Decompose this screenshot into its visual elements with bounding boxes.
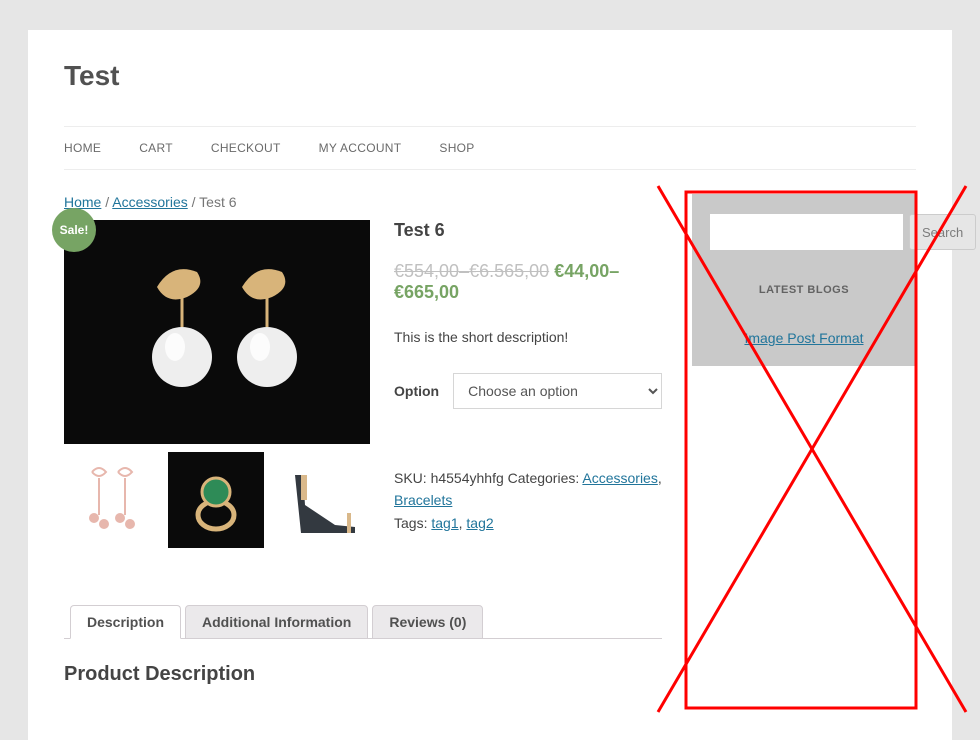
nav-my-account[interactable]: MY ACCOUNT	[319, 127, 402, 169]
option-label: Option	[394, 383, 439, 399]
primary-nav: HOME CART CHECKOUT MY ACCOUNT SHOP	[64, 126, 916, 170]
sidebar-link-image-post-format[interactable]: Image Post Format	[744, 330, 863, 346]
earrings-icon	[107, 247, 327, 417]
tab-panel-description: Product Description	[64, 639, 662, 710]
tab-reviews[interactable]: Reviews (0)	[372, 605, 483, 639]
widget-title-latest-blogs: LATEST BLOGS	[710, 284, 898, 296]
product-thumb-2[interactable]	[168, 452, 264, 548]
shoe-icon	[275, 455, 365, 545]
search-button[interactable]: Search	[909, 214, 976, 250]
tags-label: Tags:	[394, 515, 431, 531]
tab-additional-information[interactable]: Additional Information	[185, 605, 368, 639]
product-main-image[interactable]: Sale!	[64, 220, 370, 444]
product-thumb-3[interactable]	[272, 452, 368, 548]
breadcrumb-sep: /	[101, 194, 112, 210]
description-heading: Product Description	[64, 663, 662, 686]
product-meta-line-1: SKU: h4554yhhfg Categories: Accessories,…	[394, 467, 662, 512]
product-tabs: Description Additional Information Revie…	[64, 604, 662, 710]
nav-checkout[interactable]: CHECKOUT	[211, 127, 281, 169]
tag-link-2[interactable]: tag2	[466, 515, 493, 531]
sku-label: SKU:	[394, 470, 431, 486]
price-dash-old: –	[459, 261, 469, 281]
sidebar: Search LATEST BLOGS Image Post Format	[692, 194, 916, 710]
breadcrumb-current: Test 6	[199, 194, 236, 210]
earrings-pink-icon	[72, 460, 152, 540]
old-price-high: €6.565,00	[469, 261, 549, 281]
tag-link-1[interactable]: tag1	[431, 515, 458, 531]
product-price: €554,00–€6.565,00 €44,00–€665,00	[394, 261, 662, 303]
price-dash-new: –	[609, 261, 619, 281]
product-summary: Test 6 €554,00–€6.565,00 €44,00–€665,00 …	[394, 220, 662, 548]
category-link-accessories[interactable]: Accessories	[582, 470, 657, 486]
tab-description[interactable]: Description	[70, 605, 181, 639]
short-description: This is the short description!	[394, 329, 662, 345]
ring-icon	[176, 460, 256, 540]
search-input[interactable]	[710, 214, 903, 250]
product-gallery: Sale!	[64, 220, 370, 548]
product-thumb-1[interactable]	[64, 452, 160, 548]
category-link-bracelets[interactable]: Bracelets	[394, 492, 452, 508]
sku-value: h4554yhhfg	[431, 470, 504, 486]
breadcrumb-sep2: /	[188, 194, 199, 210]
categories-label: Categories:	[504, 470, 583, 486]
breadcrumb: Home / Accessories / Test 6	[64, 194, 662, 210]
new-price-low: €44,00	[554, 261, 609, 281]
nav-home[interactable]: HOME	[64, 127, 101, 169]
nav-shop[interactable]: SHOP	[439, 127, 474, 169]
site-title[interactable]: Test	[64, 60, 916, 92]
product-title: Test 6	[394, 220, 662, 241]
option-select[interactable]: Choose an option	[453, 373, 662, 409]
new-price-high: €665,00	[394, 282, 459, 302]
old-price-low: €554,00	[394, 261, 459, 281]
comma1: ,	[658, 470, 662, 486]
sale-badge: Sale!	[52, 208, 96, 252]
breadcrumb-category[interactable]: Accessories	[112, 194, 187, 210]
nav-cart[interactable]: CART	[139, 127, 173, 169]
product-meta-line-2: Tags: tag1, tag2	[394, 512, 662, 534]
